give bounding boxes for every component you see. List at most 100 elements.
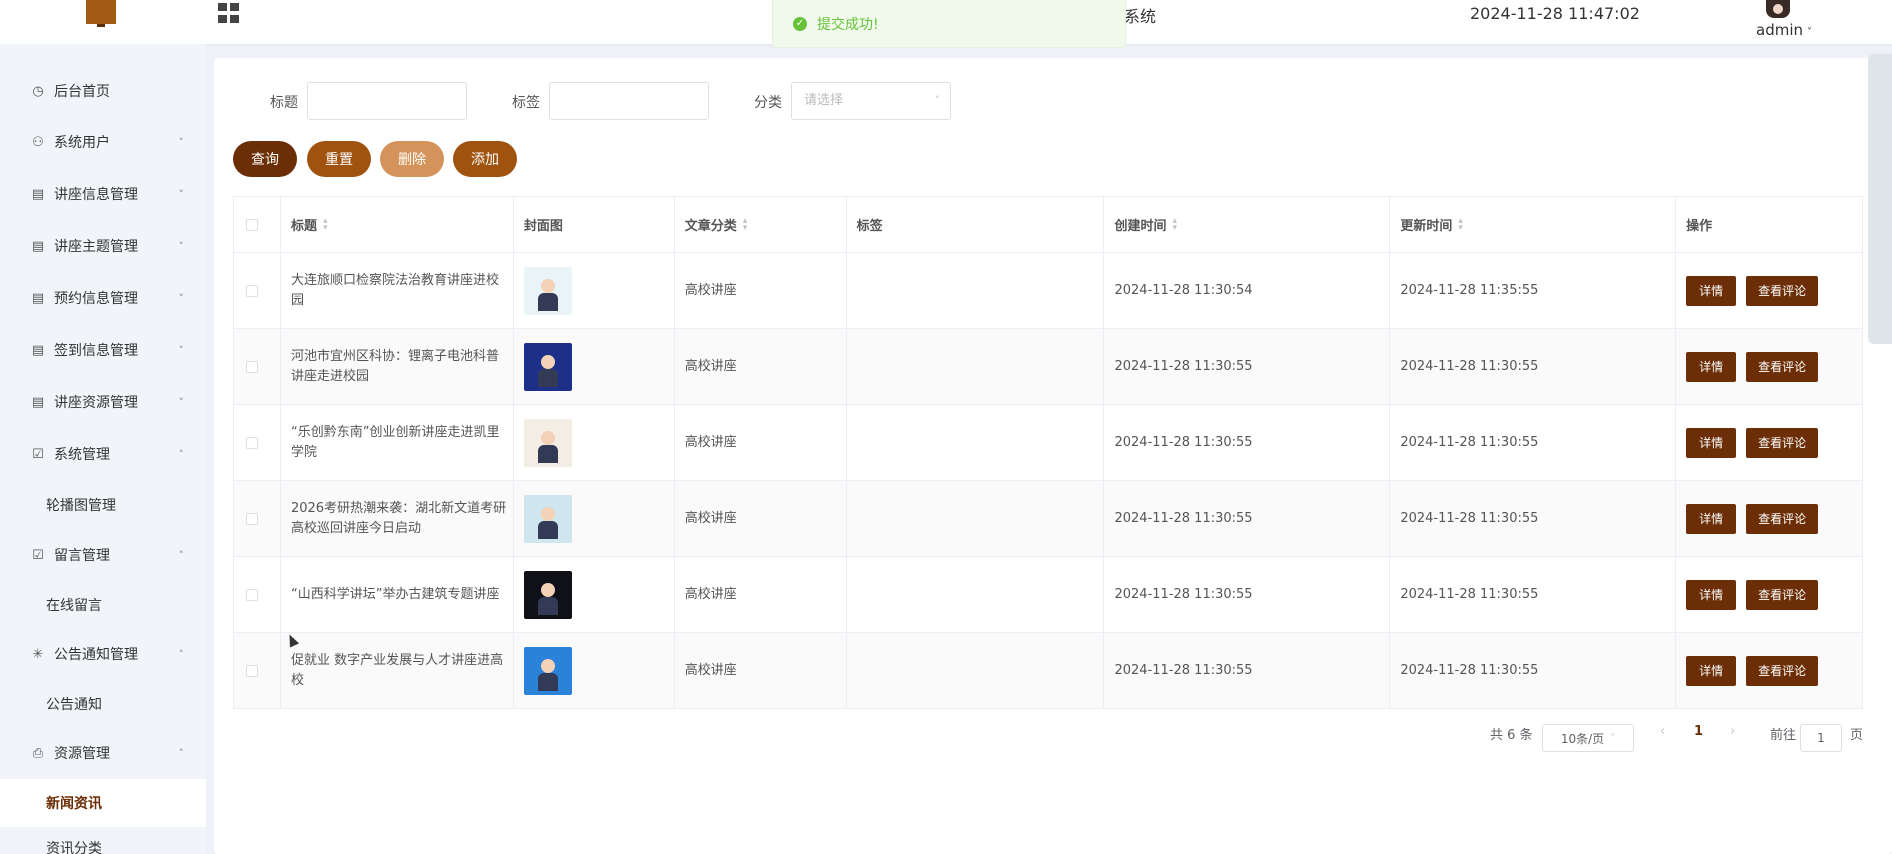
detail-button[interactable]: 详情	[1686, 655, 1737, 686]
table-row: 2026考研热潮来袭：湖北新文道考研高校巡回讲座今日启动 高校讲座 2024-11-…	[234, 481, 1864, 557]
table-row: 大连旅顺口检察院法治教育讲座进校园 高校讲座 2024-11-28 11:30:54…	[234, 253, 1864, 329]
menu-grid-icon[interactable]	[218, 3, 240, 23]
query-button[interactable]: 查询	[233, 141, 297, 177]
cover-image[interactable]	[523, 494, 572, 543]
goto-page-input[interactable]: 1	[1800, 724, 1842, 752]
sidebar-sub-online-message[interactable]: 在线留言	[0, 581, 206, 629]
updated-cell: 2024-11-28 11:30:55	[1390, 481, 1677, 556]
tag-filter-input[interactable]	[549, 82, 709, 120]
logo	[86, 0, 116, 27]
col-title[interactable]: 标题 ▴ ▾	[281, 197, 514, 252]
sidebar-item-notices[interactable]: ✳ 公告通知管理 ˄	[0, 630, 206, 678]
delete-button[interactable]: 删除	[380, 141, 444, 177]
title-cell: 促就业 数字产业发展与人才讲座进高校	[281, 633, 514, 708]
view-comments-button[interactable]: 查看评论	[1746, 655, 1819, 686]
sidebar-sub-news[interactable]: 新闻资讯	[0, 779, 206, 827]
category-cell: 高校讲座	[675, 253, 847, 328]
col-updated[interactable]: 更新时间 ▴ ▾	[1390, 197, 1677, 252]
chevron-down-icon: ˅	[178, 187, 185, 201]
category-filter-label: 分类	[754, 95, 782, 111]
sidebar-sub-news-category[interactable]: 资讯分类	[0, 824, 206, 854]
detail-button[interactable]: 详情	[1686, 579, 1737, 610]
user-menu[interactable]: admin ˅	[1756, 21, 1812, 39]
sidebar-item-label: 讲座信息管理	[54, 187, 138, 203]
sidebar-item-label: 预约信息管理	[54, 291, 138, 307]
select-all-checkbox[interactable]	[246, 218, 258, 231]
sidebar-item-booking[interactable]: ▤ 预约信息管理 ˅	[0, 274, 206, 322]
col-category[interactable]: 文章分类 ▴ ▾	[675, 197, 847, 252]
row-title: “山西科学讲坛”举办古建筑专题讲座	[290, 586, 500, 602]
table-header: 标题 ▴ ▾ 封面图 文章分类 ▴ ▾ 标签 创建时间 ▴ ▾ 更新时间 ▴ ▾ 操作	[234, 197, 1864, 253]
detail-button[interactable]: 详情	[1686, 275, 1737, 306]
actions-cell: 详情 查看评论	[1676, 633, 1864, 708]
system-title: 系统	[1124, 7, 1157, 26]
sidebar-item-lecture-info[interactable]: ▤ 讲座信息管理 ˅	[0, 170, 206, 218]
sidebar-sub-notice[interactable]: 公告通知	[0, 680, 206, 728]
card-icon: ▤	[31, 394, 45, 410]
title-cell: 河池市宜州区科协：锂离子电池科普讲座走进校园	[281, 329, 514, 404]
category-select[interactable]: 请选择 ˅	[791, 82, 951, 120]
row-title: 河池市宜州区科协：锂离子电池科普讲座走进校园	[290, 348, 499, 384]
chevron-up-icon: ˄	[178, 647, 185, 661]
inbox-icon: ☑	[32, 547, 44, 563]
sidebar-item-home[interactable]: ◷ 后台首页	[0, 67, 206, 115]
updated-cell: 2024-11-28 11:35:55	[1390, 253, 1677, 328]
cover-image[interactable]	[523, 418, 572, 467]
cover-image[interactable]	[523, 646, 572, 695]
chevron-down-icon: ˅	[178, 239, 185, 253]
title-filter-input[interactable]	[307, 82, 467, 120]
row-title: 大连旅顺口检察院法治教育讲座进校园	[290, 272, 499, 308]
table-row: “乐创黔东南”创业创新讲座走进凯里学院 高校讲座 2024-11-28 11:30:…	[234, 405, 1864, 481]
cover-image[interactable]	[523, 266, 572, 315]
row-checkbox[interactable]	[246, 284, 258, 297]
reset-button[interactable]: 重置	[307, 141, 371, 177]
updated-cell: 2024-11-28 11:30:55	[1390, 557, 1677, 632]
avatar[interactable]	[1766, 0, 1790, 18]
add-button[interactable]: 添加	[453, 141, 517, 177]
sidebar-sub-carousel[interactable]: 轮播图管理	[0, 481, 206, 529]
sort-icon: ▴ ▾	[1458, 215, 1463, 233]
next-page-icon[interactable]: ›	[1730, 724, 1735, 739]
view-comments-button[interactable]: 查看评论	[1746, 427, 1819, 458]
view-comments-button[interactable]: 查看评论	[1746, 275, 1819, 306]
sidebar-item-system[interactable]: ☑ 系统管理 ˄	[0, 430, 206, 478]
row-checkbox[interactable]	[246, 664, 258, 677]
detail-button[interactable]: 详情	[1686, 351, 1737, 382]
card-icon: ▤	[31, 290, 45, 306]
view-comments-button[interactable]: 查看评论	[1746, 503, 1819, 534]
floating-toolbar[interactable]	[1868, 54, 1892, 344]
detail-button[interactable]: 详情	[1686, 427, 1737, 458]
chevron-down-icon: ˅	[178, 343, 185, 357]
sidebar-item-messages[interactable]: ☑ 留言管理 ˄	[0, 531, 206, 579]
view-comments-button[interactable]: 查看评论	[1746, 579, 1819, 610]
row-checkbox[interactable]	[246, 436, 258, 449]
actions-cell: 详情 查看评论	[1676, 405, 1864, 480]
chevron-down-icon: ˅	[178, 395, 185, 409]
page-size-select[interactable]: 10条/页 ˅	[1542, 724, 1634, 752]
row-checkbox[interactable]	[246, 512, 258, 525]
detail-button[interactable]: 详情	[1686, 503, 1737, 534]
actions-cell: 详情 查看评论	[1676, 253, 1864, 328]
row-checkbox[interactable]	[246, 588, 258, 601]
category-cell: 高校讲座	[675, 633, 847, 708]
printer-icon: ⎙	[32, 745, 44, 761]
cover-image[interactable]	[523, 570, 572, 619]
sidebar-item-resource-mgmt[interactable]: ⎙ 资源管理 ˄	[0, 729, 206, 777]
sidebar-item-users[interactable]: ⚇ 系统用户 ˅	[0, 118, 206, 166]
current-page[interactable]: 1	[1694, 724, 1703, 739]
sidebar-item-lecture-topic[interactable]: ▤ 讲座主题管理 ˅	[0, 222, 206, 270]
chevron-up-icon: ˄	[178, 447, 185, 461]
prev-page-icon[interactable]: ‹	[1660, 724, 1665, 739]
view-comments-button[interactable]: 查看评论	[1746, 351, 1819, 382]
title-cell: 2026考研热潮来袭：湖北新文道考研高校巡回讲座今日启动	[281, 481, 514, 556]
cover-cell	[514, 329, 675, 404]
actions-cell: 详情 查看评论	[1676, 557, 1864, 632]
cover-image[interactable]	[523, 342, 572, 391]
row-select-cell	[234, 405, 281, 480]
sidebar-item-checkin[interactable]: ▤ 签到信息管理 ˅	[0, 326, 206, 374]
row-checkbox[interactable]	[246, 360, 258, 373]
sidebar-item-resources[interactable]: ▤ 讲座资源管理 ˅	[0, 378, 206, 426]
col-created[interactable]: 创建时间 ▴ ▾	[1104, 197, 1391, 252]
title-cell: “乐创黔东南”创业创新讲座走进凯里学院	[281, 405, 514, 480]
category-cell: 高校讲座	[675, 329, 847, 404]
